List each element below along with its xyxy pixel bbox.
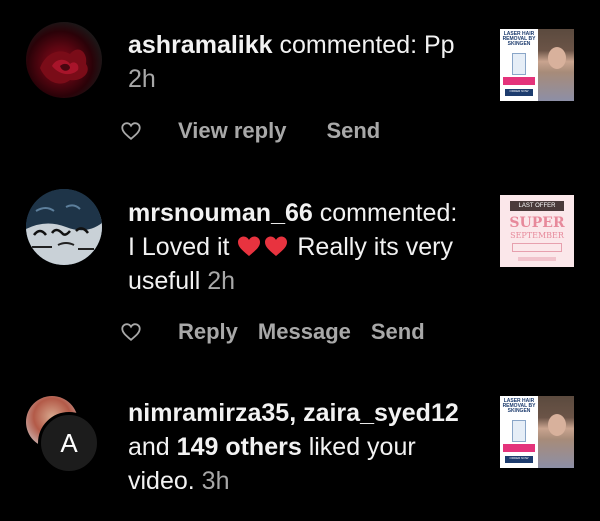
timestamp: 2h (207, 267, 236, 295)
red-heart-emoji-icon (238, 236, 288, 256)
device-icon (512, 420, 526, 442)
reply-button[interactable]: Reply (178, 319, 238, 345)
post-thumbnail[interactable]: LASER HAIR REMOVAL BY SKINGEN ORDER NOW (500, 396, 574, 468)
comment-text: Really its very (297, 233, 453, 261)
timestamp: 2h (128, 65, 156, 93)
super-label: SUPER (509, 215, 565, 231)
ad-face (548, 414, 566, 436)
avatar-letter: A (60, 427, 78, 458)
ad-badge (503, 444, 535, 452)
like-text: liked your (308, 433, 416, 461)
comment-text: commented: Pp (279, 31, 455, 59)
notification-text: ashramalikk commented: Pp 2h (128, 28, 478, 96)
action-row: View reply Send (120, 116, 420, 146)
ad-order-label: ORDER NOW (505, 89, 533, 96)
user-avatar[interactable] (26, 189, 102, 265)
like-text: video. (128, 467, 195, 495)
timestamp: 3h (201, 467, 230, 495)
post-thumbnail[interactable]: LASER HAIR REMOVAL BY SKINGEN ORDER NOW (500, 29, 574, 101)
post-thumbnail[interactable]: LAST OFFER SUPER SEPTEMBER (500, 195, 574, 267)
action-row: Reply Message Send (120, 317, 445, 347)
view-reply-button[interactable]: View reply (178, 118, 286, 144)
ad-order-label: ORDER NOW (505, 456, 533, 463)
and-text: and (128, 433, 170, 461)
ad-title: LASER HAIR REMOVAL BY SKINGEN (502, 31, 536, 47)
rose-avatar-icon (40, 49, 88, 84)
usernames[interactable]: nimramirza35, zaira_syed12 (128, 399, 459, 427)
user-avatar[interactable] (26, 22, 102, 98)
comment-text: commented: (319, 199, 458, 227)
last-offer-label: LAST OFFER (510, 201, 564, 211)
username[interactable]: ashramalikk (128, 31, 273, 59)
promo-strip (518, 257, 556, 261)
ad-badge (503, 77, 535, 85)
comment-text: usefull (128, 267, 201, 295)
ad-face (548, 47, 566, 69)
user-avatar-front[interactable]: A (38, 412, 100, 474)
comment-text: I Loved it (128, 233, 230, 261)
calligraphy-avatar-icon (26, 189, 102, 265)
ad-title: LASER HAIR REMOVAL BY SKINGEN (502, 398, 536, 414)
heart-icon[interactable] (120, 321, 142, 343)
send-button[interactable]: Send (371, 319, 425, 345)
september-label: SEPTEMBER (510, 231, 564, 240)
username[interactable]: mrsnouman_66 (128, 199, 313, 227)
notification-text: mrsnouman_66 commented: I Loved it Reall… (128, 196, 478, 298)
promo-box (512, 243, 562, 252)
notification-text: nimramirza35, zaira_syed12 and 149 other… (128, 396, 478, 498)
message-button[interactable]: Message (258, 319, 351, 345)
send-button[interactable]: Send (326, 118, 380, 144)
heart-icon[interactable] (120, 120, 142, 142)
device-icon (512, 53, 526, 75)
others-count[interactable]: 149 others (177, 433, 302, 461)
